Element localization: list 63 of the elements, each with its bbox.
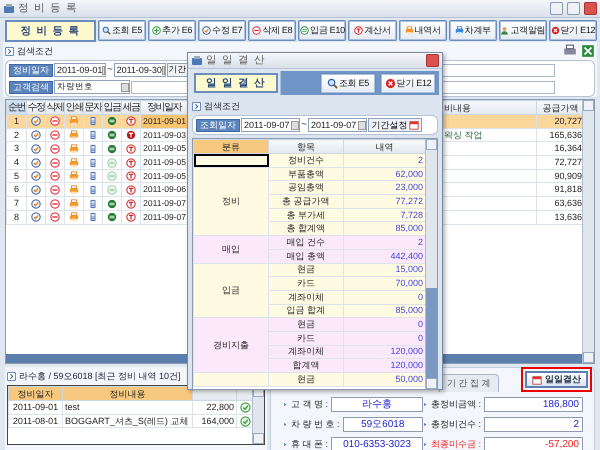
table-cell: 정비건수 [268,154,344,168]
column-header: 내역 [344,140,425,154]
table-cell: 2011-09-01 [8,400,62,414]
table-cell: 계좌이체 [268,290,344,304]
table-cell: 1 [6,114,26,128]
field-label: 차 량 번 호 : [291,419,340,430]
table-cell: BOGGART_셔츠_S(레드) 교체 [62,414,192,428]
column-header: 삭제 [46,100,64,114]
window-title: 정 비 등 록 [18,2,78,15]
dialog-heading: 일 일 결 산 [194,73,278,93]
column-header: 정비내용 [62,386,192,400]
column-header: 세금 [122,100,140,114]
range-separator: ~ [107,64,113,76]
field-label: 휴 대 폰 : [291,439,328,450]
column-header: 수정 [26,100,46,114]
value-field: 59오6018 [342,417,423,432]
field-label: 고 객 명 : [291,399,328,410]
table-cell: 22,800 [192,400,236,414]
column-header: 순번 [6,100,26,114]
field-label: 고객검색 [9,80,53,94]
table-cell: 4 [6,156,26,170]
field-label: 총정비금액 : [431,399,482,410]
table-cell: 2011-09-01 [140,114,188,128]
column-header: 항목 [268,140,344,154]
table-cell: test [62,400,192,414]
table-cell: 매입 총액 [268,249,344,263]
table-cell: 카드 [268,331,344,346]
column-header: 정비일자 [8,386,62,400]
form-title: 정 비 등 록 [5,20,96,42]
value-field: 2 [484,417,583,432]
column-header: 문자 [84,100,102,114]
column-header: 정비일자 [140,100,188,114]
table-cell: 164,000 [192,414,236,428]
table-cell: 6 [6,182,26,197]
field-label: 총정비건수 : [431,419,482,430]
column-header: 입금 [102,100,122,114]
field-label: 정비일자 [9,64,53,76]
table-cell: 총 공급가액 [268,194,344,208]
section-title: 검색조건 [204,100,240,112]
value-field: 라수홍 [331,397,423,412]
table-cell: 현금 [268,318,344,332]
table-cell: 2 [6,128,26,142]
table-cell: 8 [6,210,26,224]
value-field: 186,800 [484,397,583,412]
table-cell: 5 [6,169,26,183]
table-cell: 매입 건수 [268,236,344,250]
value-field: 010-6353-3023 [331,437,423,450]
table-cell: 3 [6,142,26,156]
column-header: 분류 [194,140,268,154]
table-cell: 7 [6,196,26,210]
table-cell: 2011-08-01 [8,414,62,428]
section-title: 검색조건 [17,46,53,56]
table-cell: 20,727 [536,114,582,128]
section-title: 라수홍 / 59오6018 [최근 정비 내역 10건] [19,370,181,382]
column-header: 공급가액 [536,100,582,114]
table-cell: 카드 [268,276,344,290]
window-title: 일 일 결 산 [206,54,266,67]
column-header: 인쇄 [64,100,84,114]
field-label: 최종미수금 : [431,439,482,450]
field-label: 조회일자 [196,118,240,132]
range-separator: ~ [301,120,307,130]
value-field: -57,200 [484,437,583,450]
table-cell: 현금 [268,372,344,386]
